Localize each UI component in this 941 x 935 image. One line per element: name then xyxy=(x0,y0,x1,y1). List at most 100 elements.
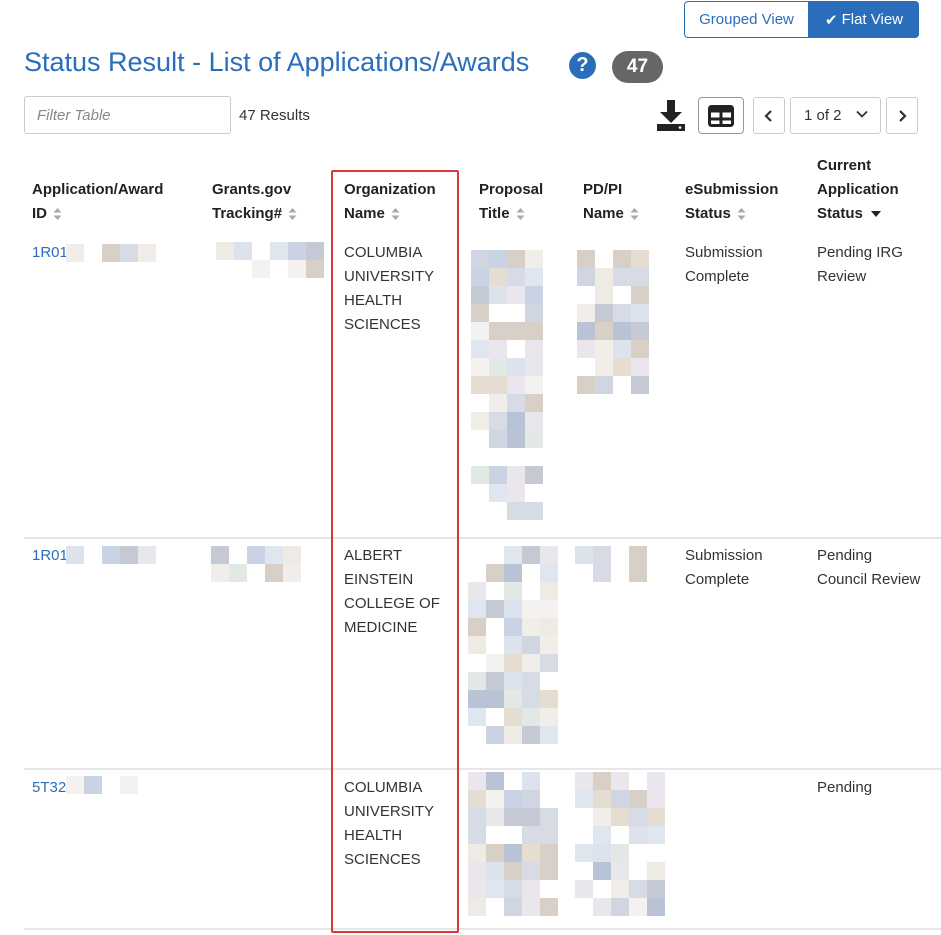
redaction-pixel xyxy=(507,430,525,448)
redaction-pixel xyxy=(283,564,301,582)
redaction-pixel xyxy=(631,250,649,268)
esubmission-status: Submission Complete xyxy=(685,241,763,289)
redaction-pixel xyxy=(504,880,522,898)
redaction-pixel xyxy=(522,772,540,790)
redaction-pixel xyxy=(593,844,611,862)
redaction-pixel xyxy=(507,412,525,430)
header-line: eSubmission xyxy=(685,181,779,198)
application-id-link[interactable]: 1R01 xyxy=(32,544,68,568)
redaction-pixel xyxy=(577,250,595,268)
redaction-pixel xyxy=(486,690,504,708)
redaction-pixel xyxy=(471,466,489,484)
filter-table-input[interactable] xyxy=(24,96,231,134)
redaction-pixel xyxy=(593,826,611,844)
redaction-pixel xyxy=(540,636,558,654)
redaction-pixel xyxy=(525,376,543,394)
redaction-pixel xyxy=(647,898,665,916)
column-header-pi-name[interactable]: PD/PI Name xyxy=(583,178,639,226)
redaction-pixel xyxy=(66,546,84,564)
application-id-link[interactable]: 5T32 xyxy=(32,776,66,800)
redaction-pixel xyxy=(611,772,629,790)
redaction-pixel xyxy=(471,286,489,304)
redaction-pixel xyxy=(247,546,265,564)
sort-icon[interactable] xyxy=(737,207,746,221)
sort-descending-icon[interactable] xyxy=(870,211,881,218)
previous-page-button[interactable] xyxy=(753,97,785,134)
redaction-pixel xyxy=(504,844,522,862)
redaction-pixel xyxy=(525,394,543,412)
header-line: Application/Award xyxy=(32,181,164,198)
redaction-pixel xyxy=(577,304,595,322)
redaction-pixel xyxy=(613,304,631,322)
redaction-pixel xyxy=(522,862,540,880)
redaction-pixel xyxy=(504,654,522,672)
redaction-pixel xyxy=(540,600,558,618)
redaction-pixel xyxy=(468,898,486,916)
redaction-pixel xyxy=(507,250,525,268)
redaction-pixel xyxy=(611,808,629,826)
sort-icon[interactable] xyxy=(630,207,639,221)
redaction-pixel xyxy=(120,546,138,564)
redaction-pixel xyxy=(595,286,613,304)
next-page-button[interactable] xyxy=(886,97,918,134)
redaction-pixel xyxy=(120,244,138,262)
redaction-pixel xyxy=(611,790,629,808)
redaction-pixel xyxy=(540,862,558,880)
redaction-pixel xyxy=(593,808,611,826)
column-layout-button[interactable] xyxy=(698,97,744,134)
redaction-pixel xyxy=(468,880,486,898)
redaction-pixel xyxy=(595,322,613,340)
redaction-pixel xyxy=(468,582,486,600)
redaction-pixel xyxy=(647,862,665,880)
redaction-pixel xyxy=(471,268,489,286)
redaction-pixel xyxy=(504,546,522,564)
redaction-pixel xyxy=(595,268,613,286)
column-header-esubmission-status[interactable]: eSubmission Status xyxy=(685,178,778,226)
page-select[interactable]: 1 of 2 xyxy=(790,97,881,134)
redaction-pixel xyxy=(611,862,629,880)
redaction-pixel xyxy=(593,564,611,582)
header-line: Application xyxy=(817,181,899,198)
redaction-pixel xyxy=(489,430,507,448)
column-header-current-status[interactable]: Current Application Status xyxy=(817,154,899,226)
redaction-pixel xyxy=(647,790,665,808)
application-id-link[interactable]: 1R01 xyxy=(32,241,68,265)
redaction-pixel xyxy=(575,790,593,808)
flat-view-button[interactable]: ✔ Flat View xyxy=(809,1,919,38)
redaction-pixel xyxy=(540,708,558,726)
redaction-pixel xyxy=(540,654,558,672)
redaction-pixel xyxy=(593,790,611,808)
redaction-pixel xyxy=(593,862,611,880)
sort-icon[interactable] xyxy=(53,207,62,221)
highlight-frame xyxy=(331,170,459,933)
redaction-pixel xyxy=(489,466,507,484)
redaction-pixel xyxy=(595,304,613,322)
redaction-pixel xyxy=(575,880,593,898)
redaction-pixel xyxy=(631,304,649,322)
grouped-view-button[interactable]: Grouped View xyxy=(684,1,809,38)
column-header-application-id[interactable]: Application/Award ID xyxy=(32,178,163,226)
redaction-pixel xyxy=(486,880,504,898)
header-line: PD/PI xyxy=(583,181,623,198)
redaction-pixel xyxy=(575,844,593,862)
redaction-pixel xyxy=(489,286,507,304)
redaction-pixel xyxy=(613,340,631,358)
header-line: Name xyxy=(583,205,624,222)
redaction-pixel xyxy=(613,358,631,376)
column-header-proposal-title[interactable]: Proposal Title xyxy=(479,178,543,226)
redaction-pixel xyxy=(486,808,504,826)
redaction-pixel xyxy=(540,826,558,844)
redaction-pixel xyxy=(522,546,540,564)
column-header-tracking[interactable]: Grants.gov Tracking# xyxy=(212,178,297,226)
help-icon[interactable]: ? xyxy=(569,52,596,79)
redaction-pixel xyxy=(471,304,489,322)
redaction-pixel xyxy=(489,412,507,430)
page-select-value: 1 of 2 xyxy=(804,107,842,124)
redaction-pixel xyxy=(522,654,540,672)
redaction-pixel xyxy=(540,808,558,826)
redaction-pixel xyxy=(522,636,540,654)
download-icon[interactable] xyxy=(656,98,686,132)
sort-icon[interactable] xyxy=(516,207,525,221)
redaction-pixel xyxy=(468,600,486,618)
sort-icon[interactable] xyxy=(288,207,297,221)
